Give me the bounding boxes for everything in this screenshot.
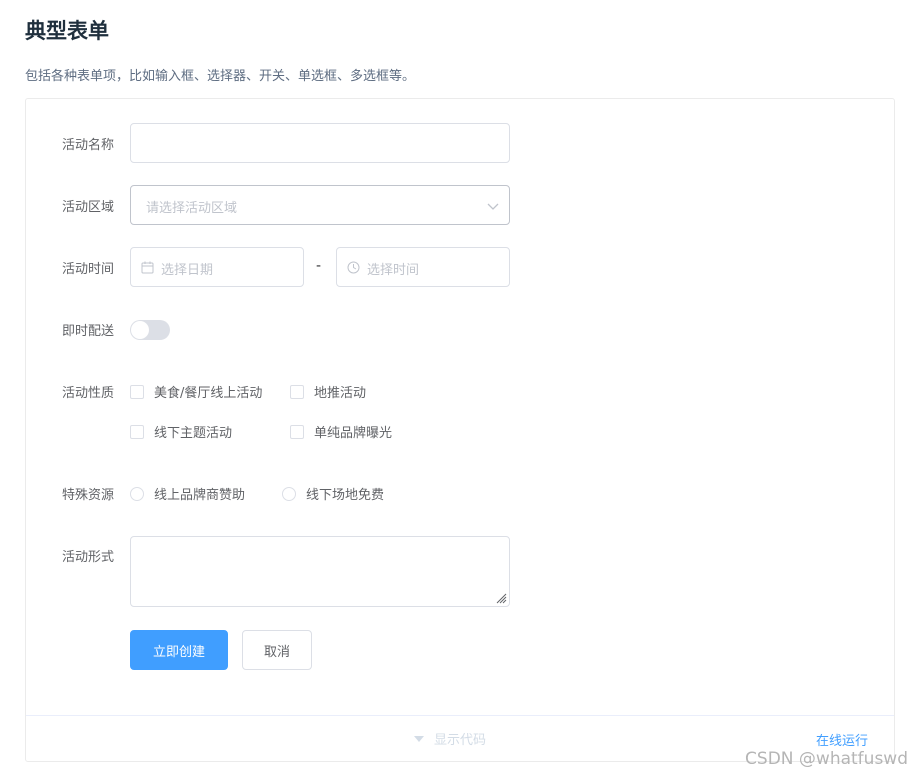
resource-radio-venue[interactable]: 线下场地免费 [282, 484, 384, 503]
checkbox-label: 单纯品牌曝光 [314, 426, 393, 441]
checkbox-box [290, 424, 304, 439]
watermark: CSDN @whatfuswd [745, 749, 908, 769]
page-description: 包括各种表单项，比如输入框、选择器、开关、单选框、多选框等。 [25, 69, 416, 84]
delivery-switch[interactable] [130, 320, 170, 340]
cancel-button[interactable]: 取消 [242, 630, 312, 670]
activity-name-input[interactable] [130, 123, 510, 163]
activity-region-label: 活动区域 [62, 200, 115, 215]
time-separator: - [316, 258, 322, 274]
checkbox-box [130, 384, 144, 399]
show-code-label: 显示代码 [434, 733, 487, 748]
radio-circle [282, 486, 296, 501]
page-title: 典型表单 [25, 19, 109, 43]
activity-time-label: 活动时间 [62, 262, 115, 277]
checkbox-label: 地推活动 [314, 386, 367, 401]
type-checkbox-brand[interactable]: 单纯品牌曝光 [290, 422, 392, 441]
activity-type-label: 活动性质 [62, 386, 115, 401]
switch-knob [131, 321, 149, 339]
caret-down-icon [414, 735, 424, 742]
checkbox-label: 线下主题活动 [154, 426, 233, 441]
activity-region-select[interactable]: 请选择活动区域 [130, 185, 510, 225]
clock-icon [347, 261, 360, 274]
time-picker[interactable]: 选择时间 [336, 247, 510, 287]
date-picker[interactable]: 选择日期 [130, 247, 304, 287]
checkbox-box [290, 384, 304, 399]
activity-form-textarea[interactable] [130, 536, 510, 607]
type-checkbox-offline[interactable]: 线下主题活动 [130, 422, 232, 441]
activity-name-label: 活动名称 [62, 138, 115, 153]
create-button[interactable]: 立即创建 [130, 630, 228, 670]
region-placeholder: 请选择活动区域 [146, 201, 238, 216]
calendar-icon [141, 261, 154, 274]
type-checkbox-online[interactable]: 美食/餐厅线上活动 [130, 382, 262, 401]
time-placeholder: 选择时间 [367, 263, 420, 278]
resize-handle-icon[interactable] [495, 592, 507, 604]
checkbox-label: 美食/餐厅线上活动 [154, 386, 263, 401]
chevron-down-icon [487, 203, 499, 210]
radio-circle [130, 486, 144, 501]
date-placeholder: 选择日期 [161, 263, 214, 278]
type-checkbox-ground[interactable]: 地推活动 [290, 382, 366, 401]
radio-label: 线下场地免费 [306, 488, 385, 503]
delivery-label: 即时配送 [62, 324, 115, 339]
resource-radio-sponsor[interactable]: 线上品牌商赞助 [130, 484, 245, 503]
run-online-link[interactable]: 在线运行 [816, 730, 868, 749]
checkbox-box [130, 424, 144, 439]
activity-form-label: 活动形式 [62, 550, 115, 565]
show-code-toggle[interactable]: 显示代码 [414, 729, 486, 748]
resource-label: 特殊资源 [62, 488, 115, 503]
radio-label: 线上品牌商赞助 [154, 488, 246, 503]
